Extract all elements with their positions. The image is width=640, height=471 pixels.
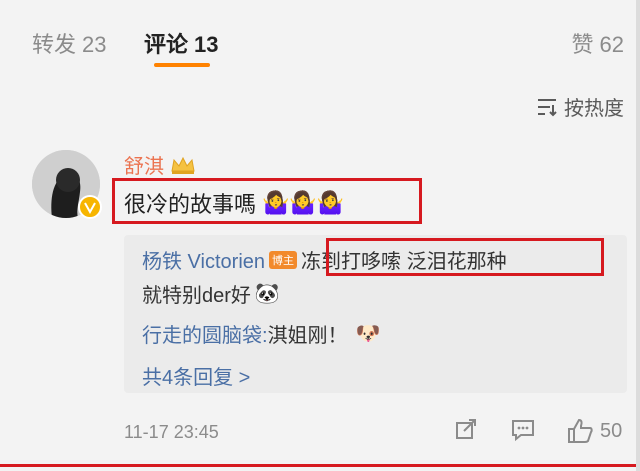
like-button[interactable]: 50 bbox=[566, 418, 622, 444]
tab-reposts-label: 转发 bbox=[32, 32, 77, 57]
author-badge: 博主 bbox=[269, 250, 298, 269]
reply-1-line-2: 就特别der好 🐼 bbox=[142, 279, 280, 308]
scrollbar-track[interactable] bbox=[636, 0, 640, 471]
crown-icon bbox=[171, 156, 195, 174]
reply-1-text-part2: 就特别der好 bbox=[142, 285, 251, 307]
sort-by-hot-button[interactable]: 按热度 bbox=[536, 92, 624, 121]
sort-icon bbox=[538, 98, 557, 116]
tab-likes-count: 62 bbox=[599, 32, 624, 57]
thumbs-up-icon bbox=[568, 418, 593, 443]
active-tab-indicator bbox=[154, 63, 210, 67]
comment-author-name: 舒淇 bbox=[124, 156, 164, 178]
reply-2-text: 淇姐刚！ bbox=[267, 325, 348, 347]
share-icon bbox=[456, 419, 476, 439]
tab-comments-count: 13 bbox=[194, 32, 219, 57]
panda-emoji-icon: 🐼 bbox=[254, 283, 280, 305]
verified-badge-icon bbox=[78, 195, 102, 219]
reply-1-line-1: 杨铁 Victorien 博主 冻到打哆嗦 泛泪花那种 bbox=[142, 245, 507, 274]
replies-panel[interactable]: 杨铁 Victorien 博主 冻到打哆嗦 泛泪花那种 就特别der好 🐼 行走… bbox=[124, 235, 627, 393]
bottom-highlight-line bbox=[0, 464, 640, 467]
comment-footer: 11-17 23:45 50 bbox=[124, 418, 624, 448]
reply-2: 行走的圆脑袋: 淇姐刚！ 🐶 bbox=[142, 319, 380, 348]
comment-tabs: 转发 23 评论 13 赞 62 bbox=[0, 0, 640, 85]
tab-comments[interactable]: 评论 13 bbox=[144, 27, 219, 59]
doge-emoji-icon: 🐶 bbox=[355, 323, 381, 345]
tab-likes-label: 赞 bbox=[571, 32, 594, 57]
like-count: 50 bbox=[600, 419, 623, 442]
shrug-emoji-icon: 🤷‍♀️🤷‍♀️🤷‍♀️ bbox=[262, 190, 345, 215]
reply-2-author[interactable]: 行走的圆脑袋: bbox=[142, 319, 268, 348]
reply-1-author[interactable]: 杨铁 Victorien bbox=[142, 245, 265, 274]
tab-reposts[interactable]: 转发 23 bbox=[32, 27, 107, 59]
tab-reposts-count: 23 bbox=[82, 32, 107, 57]
sort-label: 按热度 bbox=[564, 98, 624, 120]
comment-icon bbox=[512, 420, 534, 442]
comment-body: 很冷的故事嗎 🤷‍♀️🤷‍♀️🤷‍♀️ bbox=[124, 187, 344, 219]
comment-time: 11-17 23:45 bbox=[124, 422, 219, 442]
share-button[interactable] bbox=[454, 418, 478, 442]
reply-button[interactable] bbox=[510, 418, 536, 442]
comment-text: 很冷的故事嗎 bbox=[124, 192, 257, 217]
reply-1-text-part1: 冻到打哆嗦 泛泪花那种 bbox=[301, 251, 507, 273]
tab-comments-label: 评论 bbox=[144, 32, 189, 57]
tab-likes[interactable]: 赞 62 bbox=[572, 27, 625, 59]
more-replies-link[interactable]: 共4条回复 > bbox=[142, 361, 250, 390]
comment-author[interactable]: 舒淇 bbox=[124, 150, 196, 179]
